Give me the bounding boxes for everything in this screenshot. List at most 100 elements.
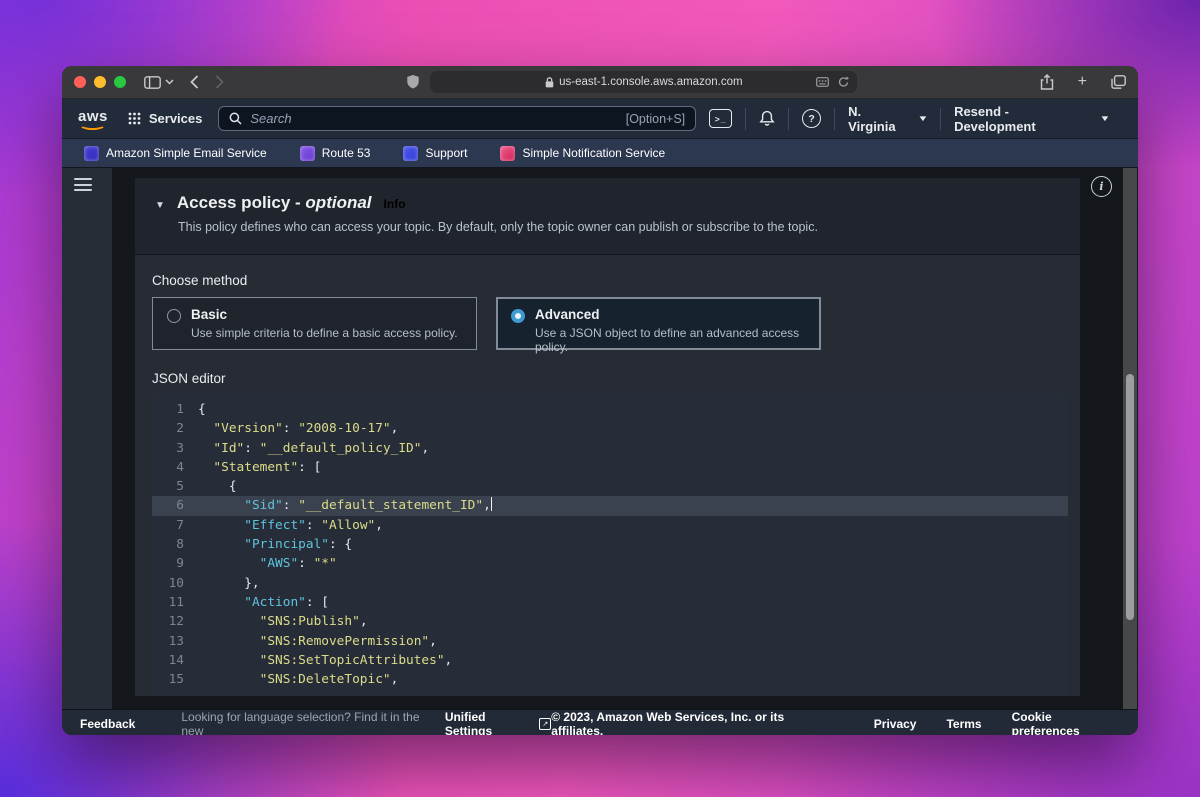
- traffic-light-minimize[interactable]: [94, 76, 106, 88]
- tls-lock-icon: [545, 77, 554, 88]
- sidebar-chevron-down-icon[interactable]: [165, 79, 174, 85]
- code-text: {: [198, 400, 206, 419]
- code-text: },: [198, 574, 260, 593]
- services-label: Services: [149, 111, 203, 126]
- reload-icon[interactable]: [838, 76, 849, 88]
- code-text: "SNS:SetTopicAttributes",: [198, 651, 452, 670]
- account-chevron-down-icon: ▼: [1100, 114, 1111, 123]
- code-line-1: 1{: [152, 400, 1068, 419]
- code-text: "Statement": [: [198, 458, 321, 477]
- footer-link-terms[interactable]: Terms: [946, 717, 981, 731]
- code-line-5: 5 {: [152, 477, 1068, 496]
- scrollbar-track[interactable]: [1123, 168, 1137, 709]
- line-number: 6: [152, 496, 198, 515]
- traffic-lights: [74, 76, 126, 88]
- notifications-button[interactable]: [746, 110, 788, 127]
- scrollbar-thumb[interactable]: [1126, 374, 1134, 620]
- console-content: ▼ Access policy - optional Info This pol…: [62, 168, 1138, 709]
- forward-button[interactable]: [215, 75, 224, 89]
- code-line-12: 12 "SNS:Publish",: [152, 612, 1068, 631]
- section-title: Access policy - optional: [177, 193, 372, 213]
- account-label: Resend - Development: [954, 104, 1094, 134]
- info-link[interactable]: Info: [384, 197, 406, 211]
- back-button[interactable]: [190, 75, 199, 89]
- line-number: 7: [152, 516, 198, 535]
- aws-logo[interactable]: aws: [78, 108, 108, 130]
- help-icon: ?: [802, 109, 821, 128]
- advanced-description: Use a JSON object to define an advanced …: [535, 326, 806, 354]
- bookmark-label: Support: [425, 146, 467, 160]
- bookmark-simple-notification-service[interactable]: Simple Notification Service: [500, 146, 665, 161]
- new-tab-icon[interactable]: +: [1078, 74, 1087, 90]
- bookmark-label: Amazon Simple Email Service: [106, 146, 267, 160]
- code-text: "Principal": {: [198, 535, 352, 554]
- privacy-shield-icon[interactable]: [406, 74, 420, 90]
- url-text: us-east-1.console.aws.amazon.com: [559, 76, 742, 88]
- code-line-4: 4 "Statement": [: [152, 458, 1068, 477]
- method-tile-advanced[interactable]: Advanced Use a JSON object to define an …: [496, 297, 821, 350]
- search-shortcut-hint: [Option+S]: [626, 112, 685, 126]
- unified-settings-link[interactable]: Unified Settings: [445, 710, 535, 735]
- bookmark-route-53[interactable]: Route 53: [300, 146, 371, 161]
- code-line-15: 15 "SNS:DeleteTopic",: [152, 670, 1068, 689]
- code-text: {: [198, 477, 237, 496]
- access-policy-section: ▼ Access policy - optional Info This pol…: [135, 178, 1080, 696]
- line-number: 1: [152, 400, 198, 419]
- console-search-input[interactable]: Search [Option+S]: [218, 106, 696, 131]
- radio-basic[interactable]: [167, 309, 181, 323]
- code-line-14: 14 "SNS:SetTopicAttributes",: [152, 651, 1068, 670]
- share-icon[interactable]: [1040, 74, 1054, 90]
- traffic-light-close[interactable]: [74, 76, 86, 88]
- search-placeholder: Search: [250, 111, 291, 126]
- method-tiles: Basic Use simple criteria to define a ba…: [152, 297, 1068, 350]
- line-number: 9: [152, 554, 198, 573]
- bookmark-favicon: [84, 146, 99, 161]
- code-line-7: 7 "Effect": "Allow",: [152, 516, 1068, 535]
- basic-title: Basic: [191, 307, 458, 322]
- code-text: "Effect": "Allow",: [198, 516, 383, 535]
- region-selector[interactable]: N. Virginia ▼: [835, 104, 940, 134]
- line-number: 14: [152, 651, 198, 670]
- bookmark-favicon: [403, 146, 418, 161]
- aws-top-nav: aws Services Search [Option+S] >_: [62, 99, 1138, 139]
- address-bar[interactable]: us-east-1.console.aws.amazon.com: [430, 71, 857, 93]
- line-number: 10: [152, 574, 198, 593]
- line-number: 2: [152, 419, 198, 438]
- json-editor[interactable]: 1{2 "Version": "2008-10-17",3 "Id": "__d…: [152, 394, 1068, 696]
- code-text: "Sid": "__default_statement_ID",: [198, 496, 492, 515]
- advanced-title: Advanced: [535, 307, 806, 322]
- bookmark-label: Route 53: [322, 146, 371, 160]
- collapse-triangle-icon[interactable]: ▼: [155, 200, 165, 211]
- help-button[interactable]: ?: [789, 109, 834, 128]
- language-hint: Looking for language selection? Find it …: [181, 710, 551, 735]
- json-editor-label: JSON editor: [152, 371, 1068, 386]
- line-number: 15: [152, 670, 198, 689]
- cloudshell-button[interactable]: >_: [696, 109, 745, 128]
- method-tile-basic[interactable]: Basic Use simple criteria to define a ba…: [152, 297, 477, 350]
- footer-right: © 2023, Amazon Web Services, Inc. or its…: [551, 710, 1120, 735]
- services-menu-button[interactable]: Services: [128, 111, 203, 126]
- console-footer: Feedback Looking for language selection?…: [62, 709, 1138, 735]
- code-line-13: 13 "SNS:RemovePermission",: [152, 632, 1068, 651]
- traffic-light-zoom[interactable]: [114, 76, 126, 88]
- tab-overview-icon[interactable]: [1111, 75, 1126, 89]
- code-text: "SNS:RemovePermission",: [198, 632, 437, 651]
- account-menu[interactable]: Resend - Development ▼: [941, 104, 1122, 134]
- text-cursor: [491, 497, 493, 511]
- basic-description: Use simple criteria to define a basic ac…: [191, 326, 458, 340]
- section-body: Choose method Basic Use simple criteria …: [135, 255, 1080, 696]
- desktop-background: us-east-1.console.aws.amazon.com +: [0, 0, 1200, 797]
- bookmark-support[interactable]: Support: [403, 146, 467, 161]
- radio-advanced[interactable]: [511, 309, 525, 323]
- code-text: "SNS:Publish",: [198, 612, 368, 631]
- help-panel-info-icon[interactable]: i: [1091, 176, 1112, 197]
- hamburger-menu-icon[interactable]: [74, 178, 92, 191]
- sidebar-toggle-icon[interactable]: [144, 76, 161, 89]
- footer-link-cookie-preferences[interactable]: Cookie preferences: [1012, 710, 1120, 735]
- translate-icon[interactable]: [816, 77, 829, 87]
- code-line-3: 3 "Id": "__default_policy_ID",: [152, 439, 1068, 458]
- bookmark-amazon-simple-email-service[interactable]: Amazon Simple Email Service: [84, 146, 267, 161]
- feedback-button[interactable]: Feedback: [80, 717, 135, 731]
- footer-link-privacy[interactable]: Privacy: [874, 717, 917, 731]
- line-number: 4: [152, 458, 198, 477]
